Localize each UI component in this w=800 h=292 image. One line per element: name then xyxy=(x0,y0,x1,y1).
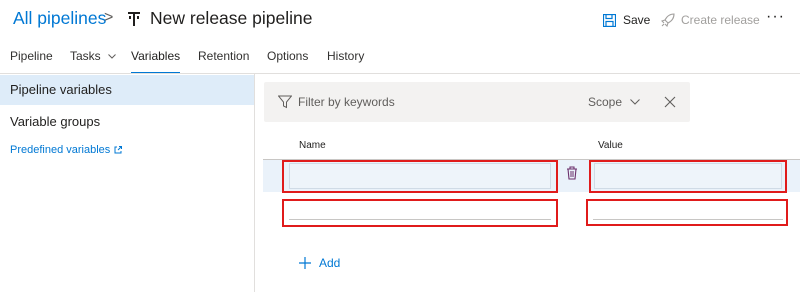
column-header-name: Name xyxy=(299,140,326,151)
tab-history[interactable]: History xyxy=(327,49,364,74)
breadcrumb-all-pipelines[interactable]: All pipelines xyxy=(13,8,106,29)
header: All pipelines > New release pipeline Sav… xyxy=(0,0,800,40)
filter-keywords-input[interactable] xyxy=(298,93,548,111)
sidebar-divider xyxy=(254,74,255,292)
scope-label: Scope xyxy=(588,95,623,109)
tab-divider xyxy=(0,73,800,74)
clear-filter-icon[interactable] xyxy=(664,96,676,108)
variable-value-input[interactable] xyxy=(594,163,782,189)
tab-options[interactable]: Options xyxy=(267,49,308,74)
sidebar-item-variable-groups[interactable]: Variable groups xyxy=(0,107,254,137)
save-label: Save xyxy=(623,13,651,27)
plus-icon xyxy=(299,257,311,269)
sidebar-item-pipeline-variables[interactable]: Pipeline variables xyxy=(0,75,254,105)
filter-bar: Scope xyxy=(264,82,690,122)
chevron-down-icon xyxy=(108,54,116,60)
page-title: New release pipeline xyxy=(150,8,313,28)
variable-value-input[interactable] xyxy=(593,203,783,220)
add-variable-button[interactable]: Add xyxy=(299,256,340,270)
tab-bar: Pipeline Tasks Variables Retention Optio… xyxy=(0,44,800,74)
tab-variables[interactable]: Variables xyxy=(131,49,181,74)
predefined-variables-label: Predefined variables xyxy=(10,144,111,156)
scope-dropdown[interactable]: Scope xyxy=(588,95,640,109)
variable-name-input[interactable] xyxy=(289,163,551,189)
save-button[interactable]: Save xyxy=(603,10,650,30)
variable-name-input[interactable] xyxy=(289,203,551,220)
create-release-button[interactable]: Create release xyxy=(661,10,760,30)
tab-pipeline[interactable]: Pipeline xyxy=(10,49,53,74)
tab-tasks-label: Tasks xyxy=(70,49,101,63)
breadcrumb-separator: > xyxy=(104,9,114,26)
more-actions-button[interactable]: ··· xyxy=(766,8,785,26)
tab-tasks[interactable]: Tasks xyxy=(70,49,116,74)
predefined-variables-link[interactable]: Predefined variables xyxy=(10,144,123,156)
chevron-down-icon xyxy=(630,99,640,105)
save-icon xyxy=(603,13,616,27)
release-pipeline-icon xyxy=(128,12,140,26)
rocket-icon xyxy=(661,13,675,27)
filter-icon xyxy=(278,95,292,109)
column-header-value: Value xyxy=(598,140,623,151)
external-link-icon xyxy=(114,146,123,154)
delete-variable-icon[interactable] xyxy=(566,166,578,180)
tab-retention[interactable]: Retention xyxy=(198,49,249,74)
create-release-label: Create release xyxy=(681,13,760,27)
add-label: Add xyxy=(319,256,341,270)
